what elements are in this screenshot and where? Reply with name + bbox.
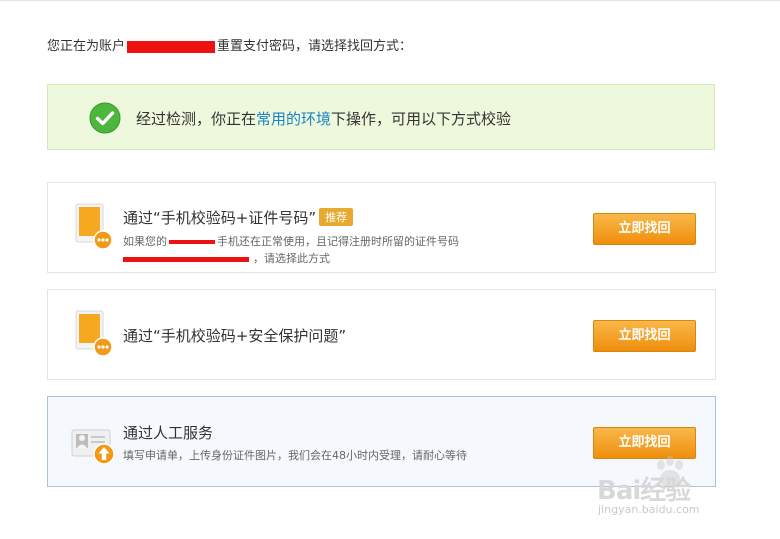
phone-icon xyxy=(75,203,113,250)
option-title: 通过人工服务 xyxy=(123,424,214,442)
watermark-url: jingyan.baidu.com xyxy=(598,503,700,516)
recover-now-button[interactable]: 立即找回 xyxy=(593,213,696,245)
notice-after: 下操作，可用以下方式校验 xyxy=(331,110,512,128)
notice-text: 经过检测，你正在常用的环境下操作，可用以下方式校验 xyxy=(136,108,511,129)
id-card-upload-icon xyxy=(71,429,115,465)
recover-now-button[interactable]: 立即找回 xyxy=(593,320,696,352)
desc-tail: ，请选择此方式 xyxy=(253,252,330,265)
check-circle-icon xyxy=(89,102,121,134)
phone-icon xyxy=(75,310,113,357)
watermark-brand: Bai经验 xyxy=(597,476,691,506)
option-phone-id: 通过“手机校验码+证件号码” 推荐 如果您的 手机还在正常使用，且记得注册时所留的证… xyxy=(47,182,716,273)
desc-line-2: ，请选择此方式 xyxy=(123,250,459,267)
recommended-badge: 推荐 xyxy=(319,208,354,226)
redacted-account xyxy=(127,40,216,53)
redacted-id xyxy=(123,256,249,262)
environment-notice: 经过检测，你正在常用的环境下操作，可用以下方式校验 xyxy=(47,84,715,150)
desc-before: 如果您的 xyxy=(123,235,167,248)
intro-text: 您正在为账户 重置支付密码，请选择找回方式： xyxy=(47,35,412,54)
intro-after: 重置支付密码，请选择找回方式： xyxy=(217,39,413,54)
notice-before: 经过检测，你正在 xyxy=(136,110,257,128)
common-environment-link[interactable]: 常用的环境 xyxy=(256,110,331,128)
intro-before: 您正在为账户 xyxy=(47,39,126,54)
redacted-phone xyxy=(169,240,215,244)
desc-line-1: 如果您的 手机还在正常使用，且记得注册时所留的证件号码 xyxy=(123,233,459,250)
option-title: 通过“手机校验码+证件号码” 推荐 xyxy=(123,207,354,228)
option-title-text: 通过“手机校验码+证件号码” xyxy=(123,209,317,227)
option-description: 如果您的 手机还在正常使用，且记得注册时所留的证件号码 ，请选择此方式 xyxy=(123,233,459,267)
option-description: 填写申请单，上传身份证件图片，我们会在48小时内受理，请耐心等待 xyxy=(123,449,467,462)
option-phone-security-question: 通过“手机校验码+安全保护问题” 立即找回 xyxy=(47,289,716,380)
top-divider xyxy=(0,0,780,1)
desc-after: 手机还在正常使用，且记得注册时所留的证件号码 xyxy=(217,235,459,248)
option-title: 通过“手机校验码+安全保护问题” xyxy=(123,327,347,345)
